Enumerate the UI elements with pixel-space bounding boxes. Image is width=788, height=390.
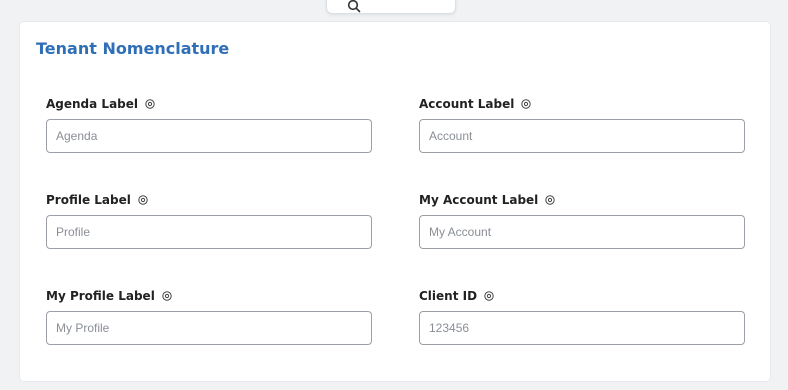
my-profile-input[interactable]	[46, 311, 372, 345]
help-icon[interactable]	[138, 195, 148, 205]
agenda-input[interactable]	[46, 119, 372, 153]
search-icon	[347, 0, 361, 13]
section-title: Tenant Nomenclature	[36, 39, 230, 58]
help-icon[interactable]	[521, 99, 532, 109]
agenda-label-text: Agenda Label	[46, 97, 139, 111]
my-account-label-text: My Account Label	[419, 193, 539, 207]
account-input[interactable]	[419, 119, 745, 153]
help-icon[interactable]	[145, 99, 155, 109]
agenda-label-field: Agenda Label	[46, 95, 372, 153]
client-id-field: Client ID	[419, 287, 745, 345]
help-icon[interactable]	[484, 291, 494, 301]
tenant-nomenclature-card: Tenant Nomenclature Agenda Label Account…	[20, 22, 770, 381]
my-account-input[interactable]	[419, 215, 745, 249]
account-label-field: Account Label	[419, 95, 745, 153]
client-id-label-text: Client ID	[419, 289, 478, 303]
client-id-input[interactable]	[419, 311, 745, 345]
top-search-tab[interactable]	[326, 0, 456, 14]
profile-input[interactable]	[46, 215, 372, 249]
account-label-text: Account Label	[419, 97, 515, 111]
profile-label-text: Profile Label	[46, 193, 131, 207]
my-profile-label-field: My Profile Label	[46, 287, 372, 345]
help-icon[interactable]	[162, 291, 172, 301]
my-profile-label-text: My Profile Label	[46, 289, 155, 303]
profile-label-field: Profile Label	[46, 191, 372, 249]
my-account-label-field: My Account Label	[419, 191, 745, 249]
help-icon[interactable]	[545, 195, 555, 205]
